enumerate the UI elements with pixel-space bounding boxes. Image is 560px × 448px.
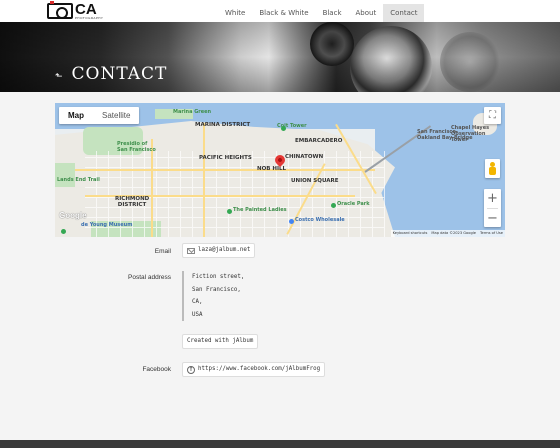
terms-link[interactable]: Terms of Use bbox=[480, 230, 503, 237]
email-link[interactable]: laza@jalbum.net bbox=[182, 243, 256, 258]
nav-item-white[interactable]: White bbox=[218, 4, 252, 22]
camera-logo-icon bbox=[47, 3, 73, 19]
address-line: Fiction street, bbox=[192, 274, 245, 280]
nav-item-about[interactable]: About bbox=[349, 4, 384, 22]
postal-address: Fiction street, San Francisco, CA, USA bbox=[182, 271, 244, 321]
map-attribution: Keyboard shortcuts Map data ©2023 Google… bbox=[390, 230, 505, 237]
page-title: Contact bbox=[71, 64, 168, 84]
map-poi-icon bbox=[227, 209, 232, 214]
zoom-in-button[interactable]: + bbox=[484, 189, 501, 208]
map-label: RICHMOND DISTRICT bbox=[115, 196, 150, 208]
footer-bar bbox=[0, 440, 560, 448]
map-label: The Painted Ladies bbox=[233, 207, 287, 213]
zoom-out-button[interactable]: − bbox=[484, 209, 501, 228]
map-label: CHINATOWN bbox=[285, 154, 324, 160]
map-tab-map[interactable]: Map bbox=[59, 107, 93, 124]
logo-subtext: PHOTOGRAPHY bbox=[75, 16, 104, 20]
map-tab-satellite[interactable]: Satellite bbox=[93, 107, 139, 124]
top-bar: CA PHOTOGRAPHY White Black & White Black… bbox=[0, 0, 560, 22]
address-line: San Francisco, bbox=[192, 286, 241, 293]
map-label: UNION SQUARE bbox=[291, 178, 339, 184]
hero-banner: ⬑ Contact bbox=[0, 22, 560, 92]
map-park-lands-end bbox=[55, 163, 75, 187]
map-label: PACIFIC HEIGHTS bbox=[199, 155, 252, 161]
map-poi-icon bbox=[61, 229, 66, 234]
nav-item-black[interactable]: Black bbox=[316, 4, 349, 22]
nav-item-contact[interactable]: Contact bbox=[383, 4, 425, 22]
map-label: Oracle Park bbox=[337, 201, 370, 207]
pegman-icon[interactable] bbox=[485, 159, 500, 178]
address-line: USA bbox=[192, 311, 203, 318]
fullscreen-icon[interactable]: ⛶ bbox=[484, 107, 501, 124]
map-label: Lands End Trail bbox=[57, 177, 100, 183]
embedded-map[interactable]: Marina Green MARINA DISTRICT Coit Tower … bbox=[55, 103, 505, 237]
map-road bbox=[75, 169, 375, 171]
logo-accent bbox=[50, 1, 54, 4]
facebook-url: https://www.facebook.com/jAlbumFrog bbox=[198, 366, 321, 372]
google-logo[interactable]: Google bbox=[59, 211, 87, 220]
map-label: Chapel Hayes Observation Tower bbox=[451, 125, 490, 143]
nav-item-black-white[interactable]: Black & White bbox=[252, 4, 315, 22]
map-poi-icon bbox=[289, 219, 294, 224]
keyboard-shortcuts-link[interactable]: Keyboard shortcuts bbox=[393, 230, 428, 237]
facebook-label: Facebook bbox=[142, 366, 171, 373]
email-text: laza@jalbum.net bbox=[198, 247, 251, 253]
facebook-link[interactable]: f https://www.facebook.com/jAlbumFrog bbox=[182, 362, 326, 377]
map-label: EMBARCADERO bbox=[295, 138, 343, 144]
map-label: Marina Green bbox=[173, 109, 212, 115]
map-type-tabs: Map Satellite bbox=[59, 107, 140, 124]
zoom-control: + − bbox=[484, 189, 501, 227]
map-poi-icon bbox=[331, 203, 336, 208]
site-logo[interactable]: CA PHOTOGRAPHY bbox=[47, 1, 103, 20]
map-label: MARINA DISTRICT bbox=[195, 122, 251, 128]
map-label: Presidio of San Francisco bbox=[117, 141, 156, 153]
address-line: CA, bbox=[192, 299, 203, 305]
map-label: NOB HILL bbox=[257, 166, 287, 172]
email-label: Email bbox=[154, 248, 171, 255]
mail-icon bbox=[187, 247, 195, 254]
map-road bbox=[151, 139, 153, 237]
map-poi-icon bbox=[281, 126, 286, 131]
created-with-jalbum-button[interactable]: Created with jAlbum bbox=[182, 334, 259, 349]
main-nav: White Black & White Black About Contact bbox=[218, 4, 425, 22]
facebook-icon: f bbox=[187, 365, 195, 374]
back-arrow-icon[interactable]: ⬑ bbox=[55, 72, 63, 82]
page-title-row: ⬑ Contact bbox=[55, 64, 167, 84]
postal-address-label: Postal address bbox=[128, 274, 171, 281]
map-data-text: Map data ©2023 Google bbox=[431, 231, 476, 235]
map-road bbox=[203, 123, 205, 237]
map-label: de Young Museum bbox=[81, 222, 133, 228]
map-label: Costco Wholesale bbox=[295, 217, 345, 223]
